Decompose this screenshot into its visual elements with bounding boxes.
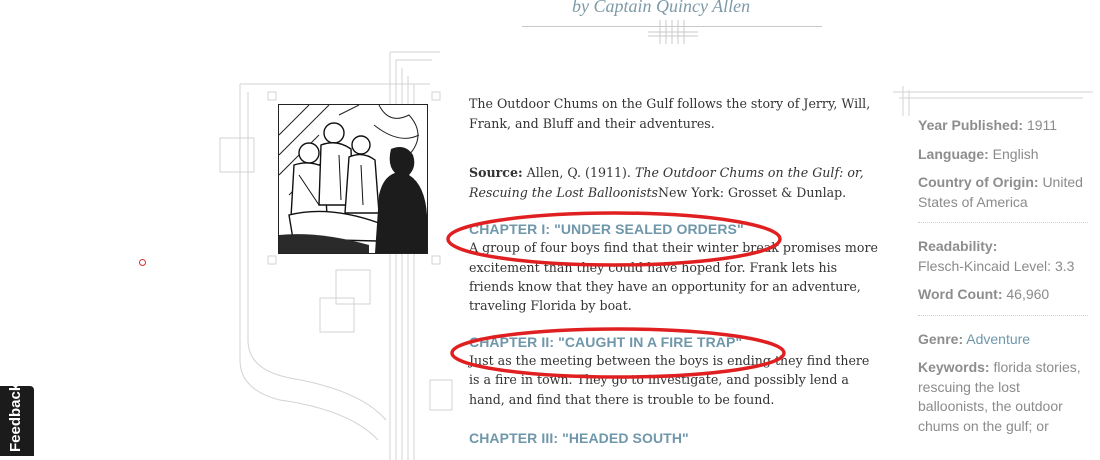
book-description: The Outdoor Chums on the Gulf follows th…	[469, 94, 881, 447]
sidebar-divider	[918, 222, 1088, 223]
year-label: Year Published:	[918, 117, 1024, 133]
language-label: Language:	[918, 145, 989, 162]
source-publisher: New York: Grosset & Dunlap.	[657, 184, 847, 200]
readability: Readability: Flesch-Kincaid Level: 3.3	[918, 237, 1088, 276]
readability-value: Flesch-Kincaid Level: 3.3	[918, 257, 1075, 274]
author-byline: by Captain Quincy Allen	[572, 0, 751, 16]
wordcount-value: 46,960	[1006, 286, 1050, 302]
readability-label: Readability:	[918, 238, 998, 254]
feedback-label: Feedback	[7, 382, 24, 452]
country-of-origin: Country of Origin: United States of Amer…	[918, 173, 1088, 212]
genre-label: Genre:	[918, 330, 964, 347]
source-label: Source:	[469, 165, 523, 181]
red-dot-marker	[139, 259, 146, 266]
chapter-2-description: Just as the meeting between the boys is …	[469, 353, 870, 407]
country-label: Country of Origin:	[918, 174, 1039, 190]
genre: Genre: Adventure	[918, 330, 1088, 350]
chapter-3-link[interactable]: CHAPTER III: "HEADED SOUTH"	[469, 429, 881, 447]
language-value: English	[992, 145, 1039, 162]
book-cover-image	[278, 104, 428, 254]
language: Language: English	[918, 145, 1088, 165]
keywords: Keywords: florida stories, rescuing the …	[918, 358, 1088, 436]
feedback-tab[interactable]: Feedback	[0, 382, 34, 456]
book-summary: The Outdoor Chums on the Gulf follows th…	[469, 96, 871, 131]
chapter-1-link[interactable]: CHAPTER I: "UNDER SEALED ORDERS"	[469, 220, 881, 238]
keywords-label: Keywords:	[918, 359, 990, 375]
word-count: Word Count: 46,960	[918, 285, 1088, 305]
source-text-before: Allen, Q. (1911).	[522, 165, 635, 181]
sidebar-ornament	[893, 86, 1093, 116]
genre-link[interactable]: Adventure	[966, 331, 1030, 347]
chapter-2-link[interactable]: CHAPTER II: "CAUGHT IN A FIRE TRAP"	[469, 333, 881, 351]
byline-ornament	[648, 20, 698, 44]
book-metadata-sidebar: Year Published: 1911 Language: English C…	[918, 116, 1088, 445]
year-published: Year Published: 1911	[918, 116, 1088, 136]
wordcount-label: Word Count:	[918, 286, 1003, 302]
chapter-1-description: A group of four boys find that their win…	[469, 240, 878, 313]
source-citation: Source: Allen, Q. (1911). The Outdoor Ch…	[469, 163, 881, 202]
year-value: 1911	[1026, 117, 1058, 133]
sidebar-divider	[918, 314, 1088, 316]
